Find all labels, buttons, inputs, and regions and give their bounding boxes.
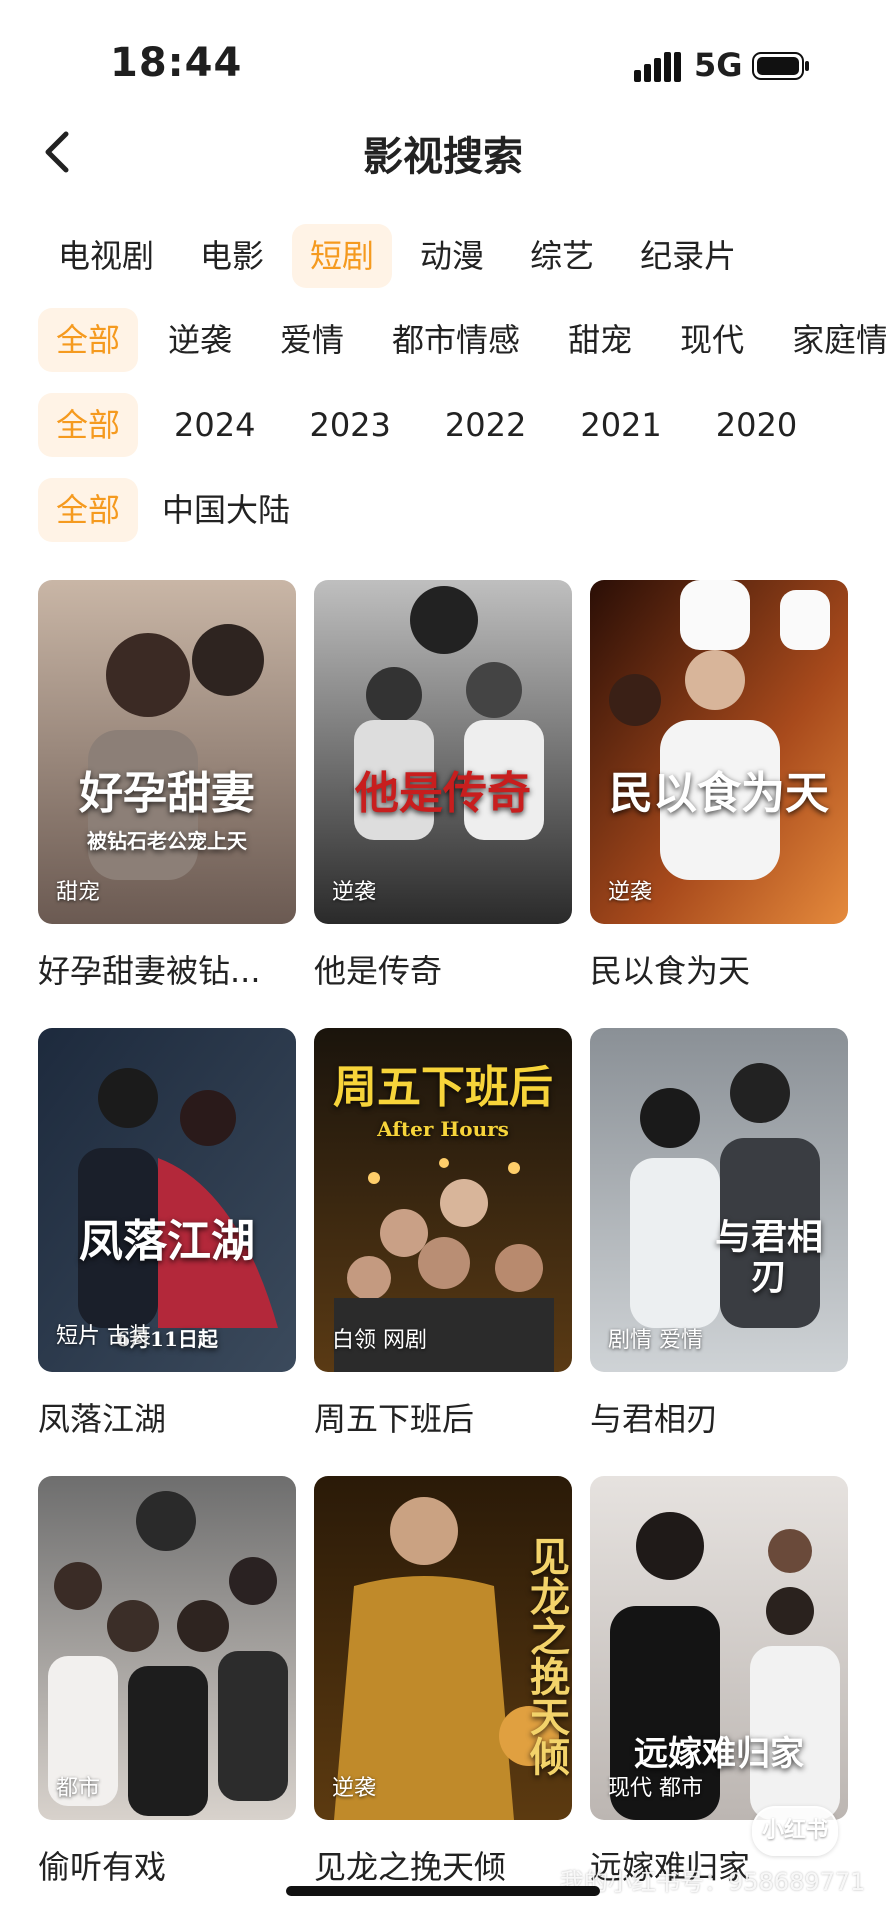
result-title: 他是传奇 — [314, 952, 443, 990]
year-filter-row: 全部 2024 2023 2022 2021 2020 — [0, 393, 886, 457]
tab-anime[interactable]: 动漫 — [402, 224, 502, 288]
home-indicator[interactable] — [286, 1886, 600, 1896]
genre-tag: 白领 网剧 — [332, 1328, 427, 1353]
genre-tag: 逆袭 — [332, 880, 377, 905]
tab-short-drama[interactable]: 短剧 — [292, 224, 393, 288]
genre-filter-item[interactable]: 现代 — [662, 308, 762, 372]
poster-image: 都市 — [38, 1476, 296, 1820]
region-filter-item[interactable]: 中国大陆 — [144, 478, 308, 542]
status-time: 18:44 — [110, 40, 243, 86]
year-filter-item[interactable]: 2021 — [562, 393, 679, 457]
result-card[interactable]: 见龙之挽天倾 逆袭 见龙之挽天倾 — [314, 1476, 572, 1888]
result-card[interactable]: 都市 偷听有戏 — [38, 1476, 296, 1888]
result-title: 与君相刃 — [590, 1400, 719, 1438]
poster-image: 凤落江湖 6月11日起 短片 古装 — [38, 1028, 296, 1372]
poster-title-art: 他是传奇 — [355, 768, 531, 819]
result-title: 凤落江湖 — [38, 1400, 167, 1438]
battery-icon — [752, 52, 809, 80]
genre-filter-item[interactable]: 家庭情感 — [774, 308, 886, 372]
genre-tag: 甜宠 — [56, 880, 101, 905]
poster-subtitle-art: 被钻石老公宠上天 — [87, 829, 247, 853]
genre-filter-row: 全部 逆袭 爱情 都市情感 甜宠 现代 家庭情感 — [0, 308, 886, 372]
poster-title-art: 与君相刃 — [714, 1216, 823, 1298]
result-card[interactable]: 与君相刃 剧情 爱情 与君相刃 — [590, 1028, 848, 1440]
poster-image: 周五下班后 After Hours 白领 网剧 — [314, 1028, 572, 1372]
genre-tag: 短片 古装 — [56, 1324, 151, 1349]
poster-image: 与君相刃 剧情 爱情 — [590, 1028, 848, 1372]
genre-tag: 都市 — [56, 1776, 101, 1801]
region-filter-all[interactable]: 全部 — [38, 478, 139, 542]
genre-filter-item[interactable]: 爱情 — [262, 308, 362, 372]
year-filter-item[interactable]: 2023 — [291, 393, 408, 457]
page-title: 影视搜索 — [363, 134, 523, 180]
genre-filter-item[interactable]: 都市情感 — [374, 308, 538, 372]
poster-image: 民以食为天 逆袭 — [590, 580, 848, 924]
result-card[interactable]: 好孕甜妻 被钻石老公宠上天 甜宠 好孕甜妻被钻... — [38, 580, 296, 992]
poster-title-art: 见龙之挽天倾 — [523, 1536, 570, 1776]
poster-image: 好孕甜妻 被钻石老公宠上天 甜宠 — [38, 580, 296, 924]
genre-tag: 逆袭 — [608, 880, 653, 905]
poster-image: 见龙之挽天倾 逆袭 — [314, 1476, 572, 1820]
genre-tag: 现代 都市 — [608, 1776, 703, 1801]
result-card[interactable]: 他是传奇 逆袭 他是传奇 — [314, 580, 572, 992]
region-filter-row: 全部 中国大陆 — [0, 478, 886, 542]
year-filter-all[interactable]: 全部 — [38, 393, 139, 457]
year-filter-item[interactable]: 2024 — [156, 393, 273, 457]
poster-title-art: 好孕甜妻 — [79, 768, 255, 819]
genre-filter-item[interactable]: 逆袭 — [150, 308, 250, 372]
poster-image: 他是传奇 逆袭 — [314, 580, 572, 924]
result-title: 周五下班后 — [314, 1400, 475, 1438]
tab-documentary[interactable]: 纪录片 — [622, 224, 754, 288]
result-title: 见龙之挽天倾 — [314, 1848, 507, 1886]
tab-tv-series[interactable]: 电视剧 — [40, 224, 172, 288]
result-title: 好孕甜妻被钻... — [38, 952, 261, 990]
result-title: 民以食为天 — [590, 952, 751, 990]
result-title: 偷听有戏 — [38, 1848, 167, 1886]
genre-filter-all[interactable]: 全部 — [38, 308, 139, 372]
poster-title-art: 民以食为天 — [609, 768, 829, 819]
poster-title-art: 凤落江湖 — [79, 1216, 255, 1267]
year-filter-item[interactable]: 2022 — [427, 393, 544, 457]
signal-icon — [634, 52, 681, 82]
poster-image: 远嫁难归家 现代 都市 — [590, 1476, 848, 1820]
genre-tag: 逆袭 — [332, 1776, 377, 1801]
year-filter-item[interactable]: 2020 — [698, 393, 815, 457]
tab-movie[interactable]: 电影 — [182, 224, 282, 288]
poster-subtitle-art: After Hours — [377, 1117, 509, 1141]
genre-filter-item[interactable]: 甜宠 — [550, 308, 650, 372]
watermark-text: 我的小红书号：958689771 — [560, 1868, 866, 1896]
tab-variety[interactable]: 综艺 — [512, 224, 612, 288]
result-card[interactable]: 周五下班后 After Hours 白领 网剧 周五下班后 — [314, 1028, 572, 1440]
category-tabs: 电视剧 电影 短剧 动漫 综艺 纪录片 — [0, 224, 886, 288]
network-label: 5G — [694, 46, 743, 84]
xiaohongshu-logo[interactable]: 小红书 — [752, 1806, 838, 1856]
poster-title-art: 远嫁难归家 — [634, 1734, 804, 1774]
result-card[interactable]: 凤落江湖 6月11日起 短片 古装 凤落江湖 — [38, 1028, 296, 1440]
poster-title-art: 周五下班后 — [333, 1062, 553, 1113]
genre-tag: 剧情 爱情 — [608, 1328, 703, 1353]
result-card[interactable]: 民以食为天 逆袭 民以食为天 — [590, 580, 848, 992]
status-bar: 18:44 5G — [0, 0, 886, 130]
